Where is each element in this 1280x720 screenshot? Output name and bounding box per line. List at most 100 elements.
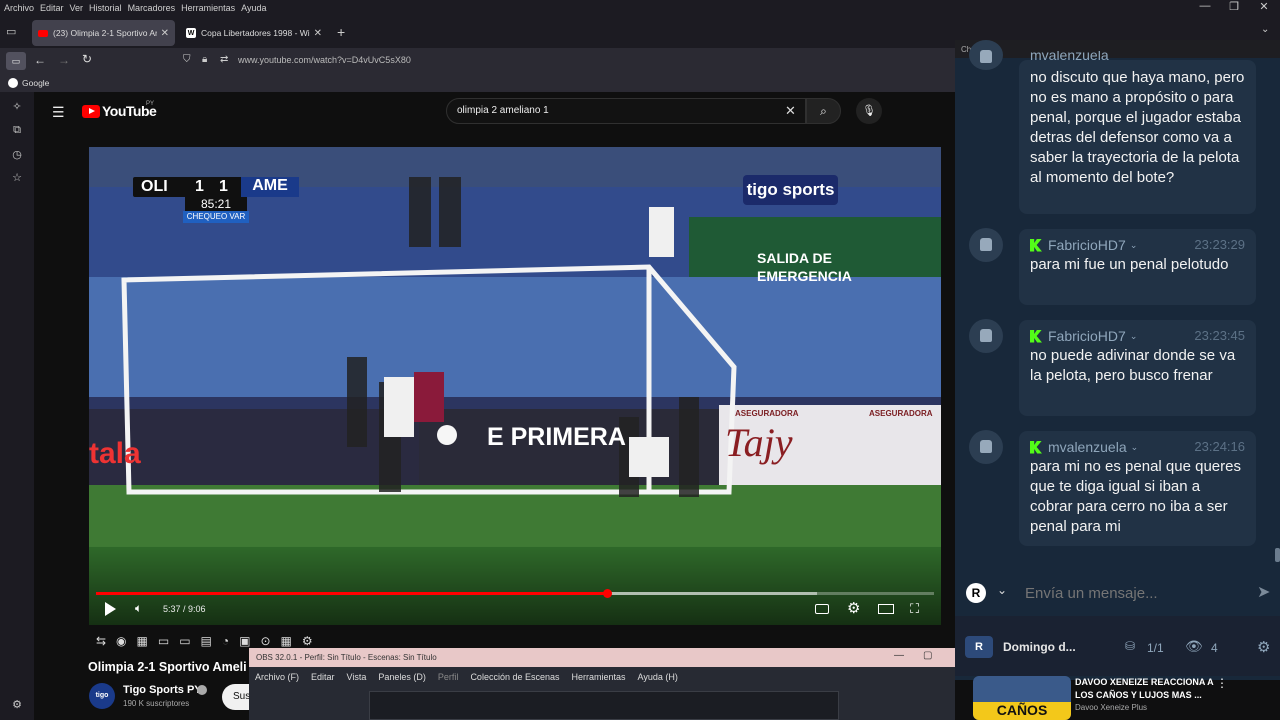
clear-search-icon[interactable]: ✕ [785, 103, 796, 119]
obs-titlebar: OBS 32.0.1 - Perfil: Sin Título - Escena… [249, 648, 955, 667]
recommended-thumbnail[interactable]: CAÑOS [973, 676, 1071, 720]
play-icon[interactable] [105, 602, 116, 616]
chevron-down-icon[interactable]: ⌄ [1130, 326, 1138, 346]
volume-icon[interactable]: 🔈︎ [135, 601, 142, 616]
home-team: OLI [141, 178, 168, 195]
hamburger-menu-icon[interactable]: ☰ [52, 104, 65, 121]
video-player[interactable]: tigo sports SALIDA DE EMERGENCIA E PRIME… [89, 147, 941, 625]
url-field[interactable]: www.youtube.com/watch?v=D4vUvC5sX80 [238, 55, 411, 65]
ai-chat-icon[interactable]: ✧ [10, 100, 24, 114]
maximize-icon[interactable]: ❐ [1219, 0, 1249, 13]
bookmarks-bar: Google [0, 74, 955, 92]
send-icon[interactable]: ➤ [1257, 582, 1270, 602]
broadcaster-logo: tigo sports [743, 175, 838, 205]
message-username[interactable]: FabricioHD7 [1048, 235, 1126, 255]
microphone-icon[interactable]: 🎙︎ [856, 98, 882, 124]
shield-icon[interactable]: ⛉ [183, 54, 191, 65]
chat-settings-icon[interactable]: ⚙ [1257, 638, 1270, 656]
back-icon[interactable]: ← [34, 53, 46, 67]
subtitles-icon[interactable] [815, 604, 829, 614]
close-tab-icon[interactable]: ✕ [157, 28, 169, 39]
slots-icon: ⛁ [1125, 639, 1136, 653]
identity-avatar-icon[interactable]: R [966, 583, 986, 603]
menu-historial[interactable]: Historial [89, 3, 122, 13]
recommended-title[interactable]: DAVOO XENEIZE REACCIONA A LOS CAÑOS Y LU… [1075, 676, 1215, 702]
reload-icon[interactable]: ↻ [82, 52, 92, 66]
channel-logo-icon[interactable]: R [965, 636, 993, 658]
bookmarks-star-icon[interactable]: ☆ [10, 171, 24, 185]
obs-menu-herramientas[interactable]: Herramientas [572, 672, 626, 682]
ad-banner-tajy: Tajy [725, 420, 793, 465]
menu-herramientas[interactable]: Herramientas [181, 3, 235, 13]
more-options-icon[interactable]: ⋮ [1216, 676, 1228, 690]
menu-editar[interactable]: Editar [40, 3, 64, 13]
video-title[interactable]: Olimpia 2-1 Sportivo Ameli [88, 660, 253, 674]
youtube-logo-icon[interactable] [82, 105, 100, 118]
menu-ayuda[interactable]: Ayuda [241, 3, 266, 13]
ad-banner-aseguradora: ASEGURADORA [735, 409, 799, 418]
minimize-icon[interactable]: — [1190, 0, 1220, 12]
channel-label[interactable]: Domingo d... [1003, 640, 1076, 654]
search-icon[interactable]: ⌕ [806, 98, 841, 124]
message-time: 23:24:16 [1194, 439, 1245, 454]
region-code: PY [146, 101, 155, 107]
menu-ver[interactable]: Ver [70, 3, 84, 13]
forward-icon[interactable]: → [58, 53, 70, 67]
close-tab-icon[interactable]: ✕ [310, 28, 322, 39]
message-time: 23:23:29 [1194, 237, 1245, 252]
user-avatar[interactable] [969, 40, 1003, 70]
obs-menu-vista[interactable]: Vista [347, 672, 367, 682]
user-avatar[interactable] [969, 228, 1003, 262]
fullscreen-icon[interactable]: ⛶ [910, 601, 919, 617]
progress-track[interactable] [96, 589, 934, 598]
ad-banner-primera: E PRIMERA [487, 423, 626, 451]
obs-title: OBS 32.0.1 - Perfil: Sin Título - Escena… [256, 653, 437, 662]
away-team: AME [241, 177, 299, 197]
settings-gear-icon[interactable]: ⚙ [10, 698, 24, 712]
obs-menu-editar[interactable]: Editar [311, 672, 335, 682]
synced-tabs-icon[interactable]: ⧉ [10, 124, 24, 138]
obs-menu-archivo[interactable]: Archivo (F) [255, 672, 299, 682]
ad-banner-aseguradora-2: ASEGURADORA [869, 409, 933, 418]
sidebar-toggle-icon[interactable]: ▭ [6, 52, 26, 70]
bookmark-google[interactable]: Google [22, 78, 49, 88]
theater-mode-icon[interactable] [878, 604, 894, 614]
recommended-channel[interactable]: Davoo Xeneize Plus [1075, 703, 1147, 712]
chat-scrollbar[interactable] [1275, 548, 1280, 562]
message-username[interactable]: FabricioHD7 [1048, 326, 1126, 346]
tab-wikipedia[interactable]: W Copa Libertadores 1998 - Wikip ✕ [180, 20, 328, 46]
history-icon[interactable]: ◷ [10, 148, 24, 162]
chevron-down-icon[interactable]: ⌄ [1131, 437, 1139, 457]
menu-archivo[interactable]: Archivo [4, 3, 34, 13]
obs-menubar: Archivo (F) Editar Vista Paneles (D) Per… [249, 667, 955, 687]
chevron-down-icon[interactable]: ⌄ [1130, 235, 1138, 255]
scoreboard: OLI 1 1 AME [133, 177, 299, 197]
obs-preview[interactable] [369, 691, 839, 720]
chat-message: FabricioHD7 ⌄ 23:23:29 para mi fue un pena… [1019, 229, 1256, 305]
tab-list-icon[interactable]: ▭ [6, 25, 16, 38]
chevron-down-icon[interactable]: ⌄ [1261, 24, 1269, 35]
channel-avatar[interactable]: tigo [89, 683, 115, 709]
chat-message-input[interactable] [1025, 580, 1245, 606]
obs-menu-escenas[interactable]: Colección de Escenas [470, 672, 559, 682]
menu-marcadores[interactable]: Marcadores [128, 3, 176, 13]
close-icon[interactable]: ✕ [1249, 0, 1279, 13]
user-avatar[interactable] [969, 319, 1003, 353]
obs-minimize-icon[interactable]: — [894, 650, 904, 661]
obs-menu-ayuda[interactable]: Ayuda (H) [638, 672, 678, 682]
tab-olimpia[interactable]: (23) Olimpia 2-1 Sportivo Ameli ✕ [32, 20, 175, 46]
lock-icon[interactable]: 🔒︎ [202, 54, 207, 65]
user-avatar[interactable] [969, 430, 1003, 464]
verified-icon [197, 685, 207, 695]
obs-menu-perfil[interactable]: Perfil [438, 672, 459, 682]
settings-icon[interactable]: ⚙ [847, 599, 860, 617]
chevron-down-icon[interactable]: ⌄ [997, 583, 1007, 597]
channel-name[interactable]: Tigo Sports PY [123, 684, 202, 696]
obs-menu-paneles[interactable]: Paneles (D) [378, 672, 426, 682]
obs-maximize-icon[interactable]: ▢ [923, 650, 932, 661]
search-input[interactable]: olimpia 2 ameliano 1 ✕ [446, 98, 806, 124]
new-tab-icon[interactable]: + [337, 24, 345, 40]
permissions-icon[interactable]: ⇄ [220, 54, 228, 65]
emergency-sign: SALIDA DE EMERGENCIA [757, 250, 852, 284]
message-username[interactable]: mvalenzuela [1048, 437, 1127, 457]
